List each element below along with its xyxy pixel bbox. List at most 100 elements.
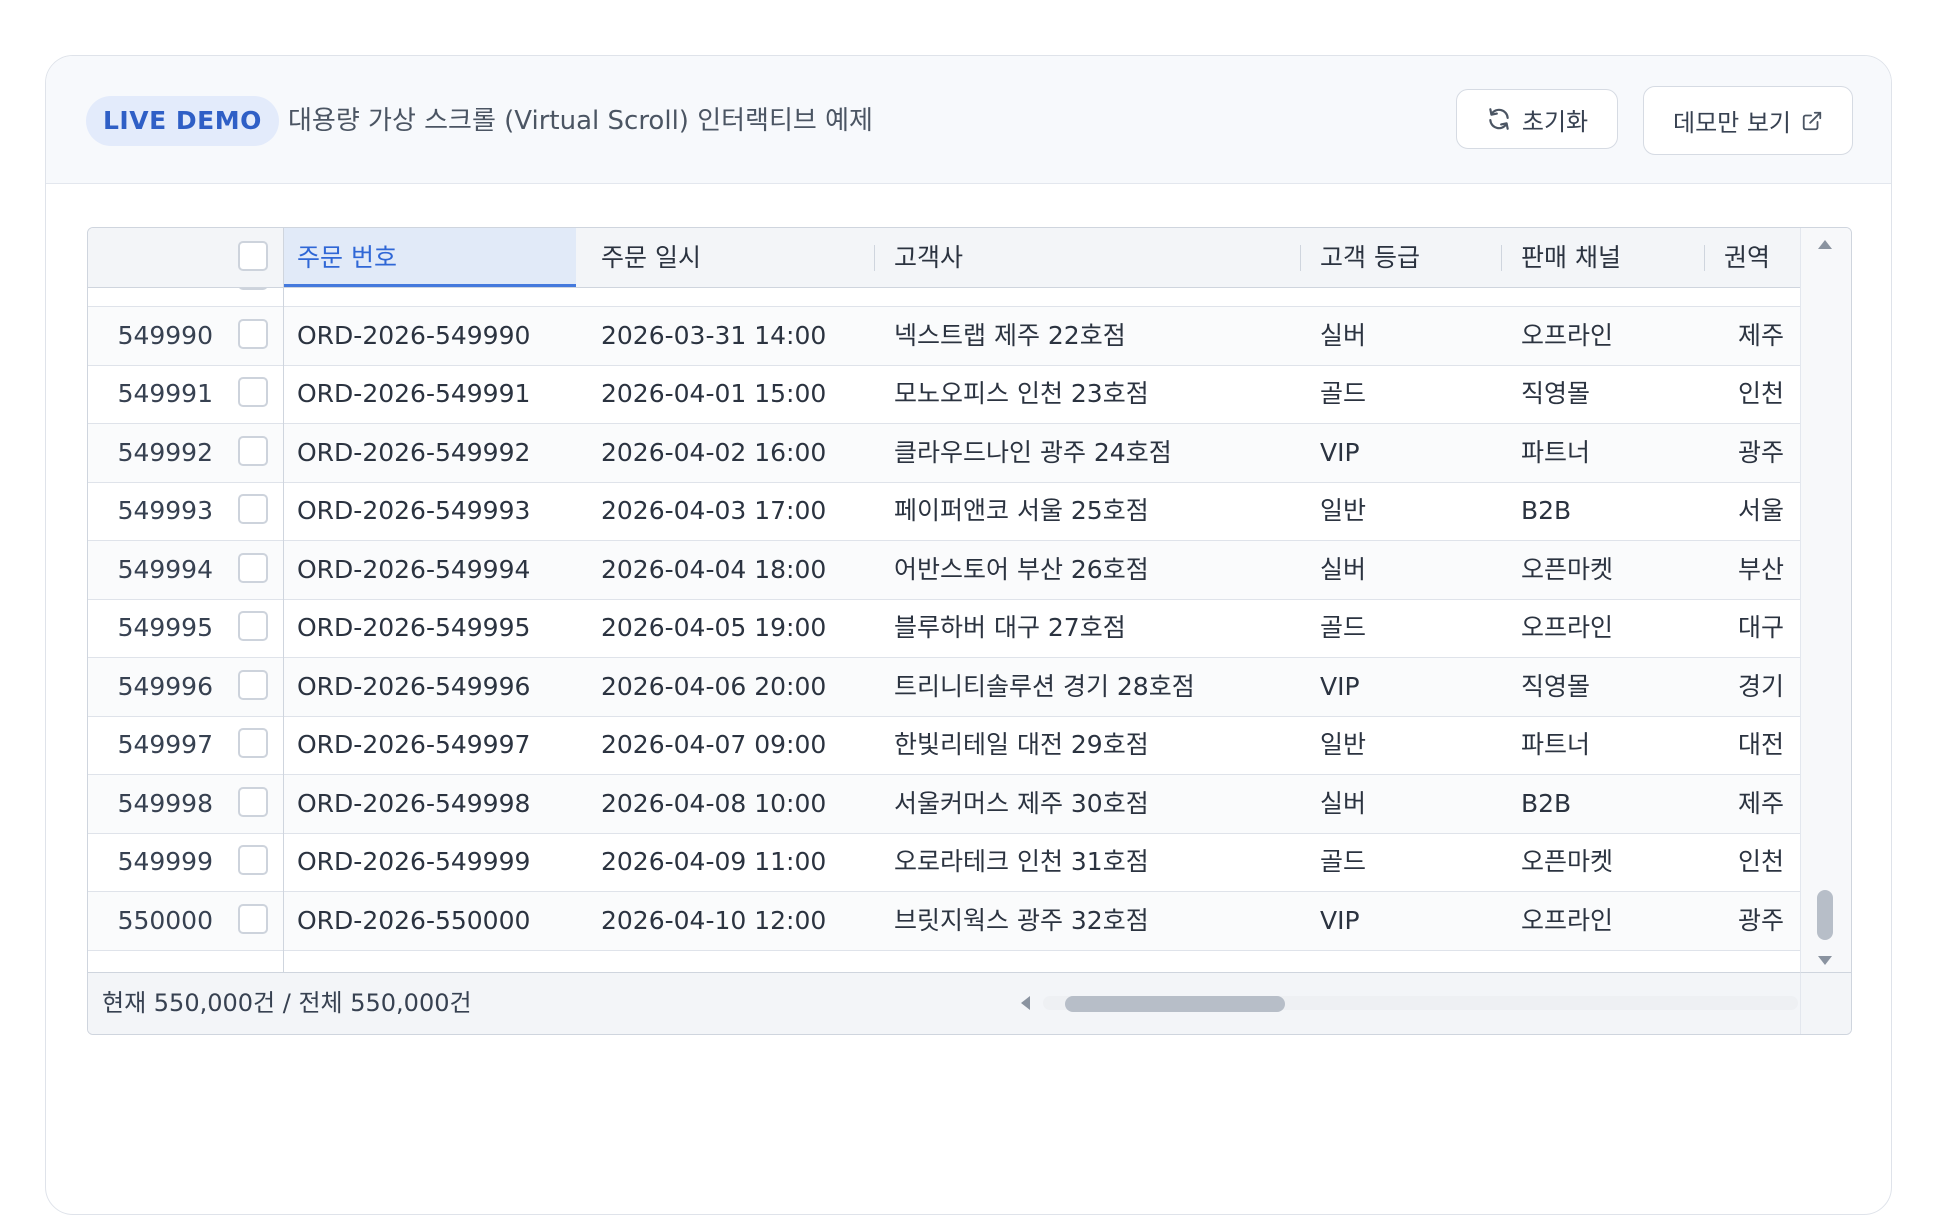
column-resize-handle[interactable] xyxy=(1300,245,1301,271)
column-header-channel[interactable]: 판매 채널 xyxy=(1507,228,1702,287)
row-checkbox-cell xyxy=(238,775,274,833)
column-header-order-no[interactable]: 주문 번호 xyxy=(283,228,576,287)
vertical-scrollbar[interactable] xyxy=(1800,228,1851,972)
row-checkbox-cell xyxy=(238,599,274,657)
table-row[interactable]: 549993 ORD-2026-549993 2026-04-03 17:00 페이퍼… xyxy=(88,482,1800,541)
order-date-cell: 2026-04-06 20:00 xyxy=(601,671,827,701)
row-checkbox-cell xyxy=(238,541,274,599)
customer-cell: 페이퍼앤코 서울 25호점 xyxy=(894,496,1149,525)
grid-header: 주문 번호 주문 일시 고객사 고객 등급 판매 채널 권역 xyxy=(88,228,1800,288)
order-number-cell: ORD-2026-549997 xyxy=(297,730,531,759)
customer-cell: 한빛리테일 대전 29호점 xyxy=(894,730,1149,759)
grade-cell: 골드 xyxy=(1320,613,1367,642)
column-resize-handle[interactable] xyxy=(874,245,875,271)
order-number-cell: ORD-2026-549999 xyxy=(297,847,531,876)
demo-only-button[interactable]: 데모만 보기 xyxy=(1643,86,1853,155)
row-checkbox-cell xyxy=(238,658,274,716)
channel-cell: 파트너 xyxy=(1521,730,1591,759)
grade-cell: 실버 xyxy=(1320,554,1367,584)
customer-cell: 모노오피스 인천 23호점 xyxy=(894,379,1149,408)
order-number-cell: ORD-2026-549996 xyxy=(297,671,531,701)
table-row[interactable]: 549991 ORD-2026-549991 2026-04-01 15:00 모노오… xyxy=(88,365,1800,424)
channel-cell: 파트너 xyxy=(1521,437,1591,467)
row-checkbox[interactable] xyxy=(238,786,268,817)
column-header-order-date[interactable]: 주문 일시 xyxy=(587,228,867,287)
external-link-icon xyxy=(1801,110,1823,132)
frozen-column-divider xyxy=(283,228,284,972)
customer-cell: 서울커머스 제주 30호점 xyxy=(894,788,1149,818)
order-number-cell: ORD-2026-549992 xyxy=(297,437,531,467)
row-checkbox[interactable] xyxy=(238,494,268,524)
region-cell: 광주 xyxy=(1738,905,1785,935)
row-checkbox[interactable] xyxy=(238,728,268,758)
channel-cell: B2B xyxy=(1521,496,1572,525)
row-checkbox-cell xyxy=(238,307,274,365)
region-cell: 대전 xyxy=(1738,730,1785,759)
scroll-left-arrow-icon[interactable] xyxy=(1021,996,1030,1010)
column-header-region[interactable]: 권역 xyxy=(1710,228,1800,287)
table-row[interactable]: 549995 ORD-2026-549995 2026-04-05 19:00 블루하… xyxy=(88,599,1800,658)
table-row[interactable]: 549990 ORD-2026-549990 2026-03-31 14:00 넥스트… xyxy=(88,306,1800,366)
row-checkbox[interactable] xyxy=(238,318,268,349)
table-row[interactable]: 550000 ORD-2026-550000 2026-04-10 12:00 브릿지… xyxy=(88,891,1800,951)
horizontal-scroll-track[interactable] xyxy=(1043,996,1798,1012)
channel-cell: 오프라인 xyxy=(1521,905,1614,935)
customer-cell: 오로라테크 인천 31호점 xyxy=(894,847,1149,876)
column-resize-handle[interactable] xyxy=(1704,245,1705,271)
order-date-cell: 2026-04-10 12:00 xyxy=(601,905,827,935)
row-checkbox[interactable] xyxy=(238,903,268,934)
region-cell: 광주 xyxy=(1738,437,1785,467)
table-row[interactable]: 549998 ORD-2026-549998 2026-04-08 10:00 서울커… xyxy=(88,774,1800,834)
row-checkbox[interactable] xyxy=(238,552,268,583)
region-cell: 인천 xyxy=(1738,379,1785,408)
column-resize-handle[interactable] xyxy=(1501,245,1502,271)
reset-button[interactable]: 초기화 xyxy=(1456,89,1618,149)
order-number-cell: ORD-2026-549993 xyxy=(297,496,531,525)
channel-cell: 오픈마켓 xyxy=(1521,554,1614,584)
customer-cell: 블루하버 대구 27호점 xyxy=(894,613,1126,642)
order-date-cell: 2026-04-03 17:00 xyxy=(601,496,827,525)
grade-cell: VIP xyxy=(1320,671,1360,701)
table-row[interactable]: 549992 ORD-2026-549992 2026-04-02 16:00 클라우… xyxy=(88,423,1800,483)
channel-cell: 오프라인 xyxy=(1521,613,1614,642)
row-checkbox[interactable] xyxy=(238,845,268,875)
select-all-checkbox[interactable] xyxy=(238,241,268,271)
table-row[interactable]: 549994 ORD-2026-549994 2026-04-04 18:00 어반스… xyxy=(88,540,1800,600)
row-checkbox[interactable] xyxy=(238,377,268,407)
grade-cell: 일반 xyxy=(1320,496,1367,525)
region-cell: 제주 xyxy=(1738,320,1785,350)
order-number-cell: ORD-2026-549990 xyxy=(297,320,531,350)
row-index: 549993 xyxy=(117,496,213,525)
grade-cell: 일반 xyxy=(1320,730,1367,759)
grid-viewport[interactable]: 주문 번호 주문 일시 고객사 고객 등급 판매 채널 권역 549989ORD… xyxy=(88,228,1800,972)
row-checkbox[interactable] xyxy=(238,435,268,466)
region-cell: 인천 xyxy=(1738,847,1785,876)
column-header-grade[interactable]: 고객 등급 xyxy=(1306,228,1496,287)
scrollbar-corner xyxy=(1800,972,1851,1034)
scroll-up-arrow-icon[interactable] xyxy=(1818,240,1832,249)
horizontal-scrollbar[interactable] xyxy=(1021,995,1816,1012)
row-index: 549996 xyxy=(117,671,213,701)
row-checkbox[interactable] xyxy=(238,611,268,641)
column-header-customer[interactable]: 고객사 xyxy=(880,228,1300,287)
row-checkbox-cell xyxy=(238,482,274,540)
region-cell: 서울 xyxy=(1738,496,1785,525)
customer-cell: 브릿지웍스 광주 32호점 xyxy=(894,905,1149,935)
vertical-scroll-thumb[interactable] xyxy=(1817,890,1833,940)
row-index: 549992 xyxy=(117,437,213,467)
row-index: 549990 xyxy=(117,320,213,350)
horizontal-scroll-thumb[interactable] xyxy=(1065,996,1285,1012)
row-index: 549995 xyxy=(117,613,213,642)
customer-cell: 클라우드나인 광주 24호점 xyxy=(894,437,1172,467)
scroll-down-arrow-icon[interactable] xyxy=(1818,956,1832,965)
reset-label: 초기화 xyxy=(1521,107,1589,136)
channel-cell: B2B xyxy=(1521,788,1572,818)
row-checkbox[interactable] xyxy=(238,669,268,700)
table-row[interactable]: 549997 ORD-2026-549997 2026-04-07 09:00 한빛리… xyxy=(88,716,1800,775)
channel-cell: 오프라인 xyxy=(1521,320,1614,350)
customer-cell: 넥스트랩 제주 22호점 xyxy=(894,320,1126,350)
demo-card: LIVE DEMO 대용량 가상 스크롤 (Virtual Scroll) 인터… xyxy=(45,55,1892,1215)
table-row[interactable]: 549999 ORD-2026-549999 2026-04-09 11:00 오로라… xyxy=(88,833,1800,892)
table-row[interactable]: 549996 ORD-2026-549996 2026-04-06 20:00 트리니… xyxy=(88,657,1800,717)
row-index: 549994 xyxy=(117,554,213,584)
